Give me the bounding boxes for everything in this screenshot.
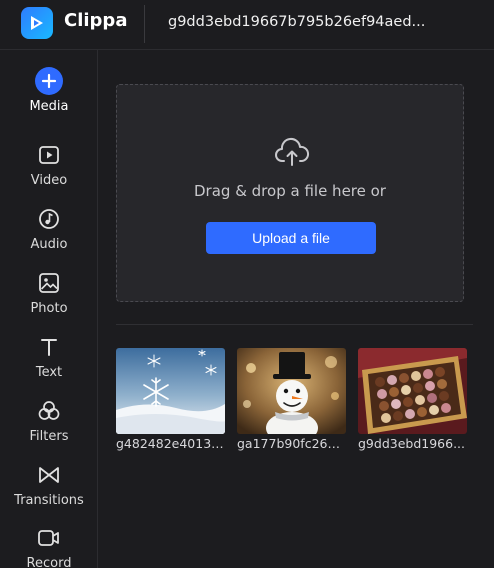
upload-file-button[interactable]: Upload a file [206,222,376,254]
app-name: Clippa [64,10,128,31]
media-item-name: ga177b90fc26b... [237,436,346,451]
transitions-icon [35,461,63,489]
sidebar-item-label: Text [35,365,63,380]
sidebar-item-video[interactable]: Video [0,141,98,197]
media-item-name: g9dd3ebd1966... [358,436,466,451]
sidebar-item-audio[interactable]: Audio [0,205,98,261]
sidebar-item-label: Photo [30,301,68,316]
media-panel: Drag & drop a file here or Upload a file [99,51,494,568]
sidebar-item-record[interactable]: Record [0,524,98,568]
video-icon [35,141,63,169]
media-item[interactable]: ga177b90fc26b... [237,348,346,458]
project-title[interactable]: g9dd3ebd19667b795b26ef94aed... [168,14,425,30]
sidebar-item-photo[interactable]: Photo [0,269,98,325]
media-item[interactable]: g482482e4013f... [116,348,225,458]
cloud-upload-icon [275,138,310,166]
sidebar-item-transitions[interactable]: Transitions [0,461,98,517]
sidebar-item-label: Media [29,99,69,114]
media-item-name: g482482e4013f... [116,436,225,451]
top-bar: Clippa g9dd3ebd19667b795b26ef94aed... [0,0,494,50]
upload-dropzone[interactable]: Drag & drop a file here or Upload a file [116,84,464,302]
record-camera-icon [35,524,63,552]
media-grid: g482482e4013f... ga177b90fc26b... g9dd3e… [116,348,476,458]
sidebar-item-filters[interactable]: Filters [0,397,98,453]
music-note-icon [35,205,63,233]
media-item[interactable]: g9dd3ebd1966... [358,348,467,458]
text-icon [35,333,63,361]
sidebar-item-label: Transitions [14,493,84,508]
drop-instructions: Drag & drop a file here or [194,182,386,200]
sidebar-item-media[interactable]: Media [0,67,98,123]
sidebar-item-label: Audio [30,237,68,252]
sidebar-item-label: Record [26,556,72,568]
divider [116,324,473,325]
plus-circle-icon [35,67,63,95]
sidebar-item-text[interactable]: Text [0,333,98,389]
sidebar: Media Video Audio Photo Text Filters Tra… [0,50,98,568]
filters-icon [35,397,63,425]
media-thumbnail-snowman [237,348,346,434]
photo-icon [35,269,63,297]
sidebar-item-label: Video [30,173,68,188]
clippa-logo-icon [21,7,53,39]
title-divider [144,5,145,43]
media-thumbnail-chocolate-truffles [358,348,467,434]
sidebar-item-label: Filters [29,429,69,444]
media-thumbnail-snowflakes [116,348,225,434]
